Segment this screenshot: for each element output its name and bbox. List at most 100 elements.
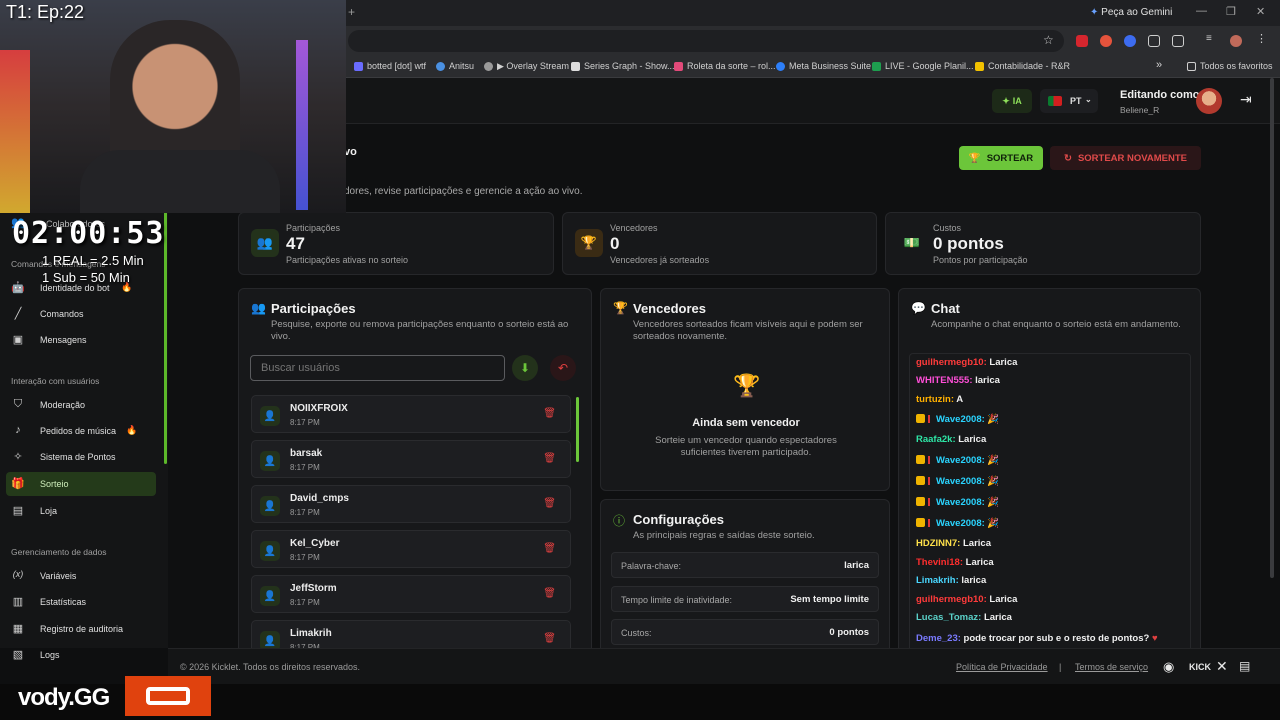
chat-log[interactable]: guilhermegb10: Larica WHITEN555: larica … (909, 353, 1191, 653)
profile-avatar-icon[interactable] (1230, 35, 1242, 47)
gemini-button[interactable]: ✦ Peça ao Gemini (1090, 7, 1172, 18)
emote-icon: ♥ (1151, 633, 1158, 644)
bookmark-item[interactable]: Roleta da sorte – rol... (674, 61, 776, 71)
language-select[interactable]: PT ⌄ (1040, 89, 1098, 113)
sparkle-icon: ✦ (1002, 95, 1010, 106)
extension-icon[interactable] (1148, 35, 1160, 47)
chat-text: larica (975, 375, 1000, 386)
panel-description: Acompanhe o chat enquanto o sorteio está… (931, 319, 1181, 330)
trash-icon[interactable]: 🗑 (543, 633, 556, 644)
sidebar-item-estatisticas[interactable]: ▥ Estatísticas (6, 590, 156, 614)
extension-icon[interactable] (1076, 35, 1088, 47)
chat-text: 🎉 (987, 518, 1000, 529)
browser-menu-icon[interactable]: ⋮ (1256, 32, 1268, 45)
extensions-puzzle-icon[interactable] (1172, 35, 1184, 47)
language-label: PT (1070, 96, 1082, 106)
trash-icon[interactable]: 🗑 (543, 588, 556, 599)
config-value: 0 pontos (829, 627, 869, 638)
chevron-down-icon: ⌄ (1085, 95, 1092, 104)
extension-icon[interactable] (1100, 35, 1112, 47)
sortear-button[interactable]: 🏆 SORTEAR (959, 146, 1043, 170)
all-bookmarks-folder[interactable]: Todos os favoritos (1187, 61, 1273, 71)
chat-user: guilhermegb10: (916, 594, 987, 605)
badge-icon (928, 498, 930, 506)
x-twitter-icon[interactable]: ✕ (1216, 658, 1228, 675)
sidebar-item-pontos[interactable]: ✧ Sistema de Pontos (6, 445, 156, 469)
close-window-icon[interactable]: ✕ (1256, 5, 1265, 18)
config-value: Sem tempo limite (790, 594, 869, 605)
search-users-input[interactable] (250, 355, 505, 381)
document-icon[interactable]: ▤ (1239, 659, 1250, 673)
light-strip-right (296, 40, 308, 210)
sub-badge-icon (916, 518, 925, 527)
bookmark-label: Meta Business Suite (789, 61, 872, 71)
extension-icon[interactable] (1124, 35, 1136, 47)
bookmark-item[interactable]: Series Graph - Show... (571, 61, 675, 71)
stat-value: 0 (610, 234, 620, 253)
kick-icon[interactable]: KICK (1189, 662, 1211, 672)
bookmark-favicon-icon (354, 61, 363, 71)
address-input[interactable] (348, 30, 1064, 52)
tab-search-icon[interactable]: ≡ (1206, 33, 1218, 45)
sidebar-item-label: Comandos (40, 309, 84, 319)
reset-icon[interactable]: ↶ (550, 355, 576, 381)
bookmark-favicon-icon (571, 61, 580, 71)
sidebar-item-sorteio[interactable]: 🎁 Sorteio (6, 472, 156, 496)
bookmark-star-icon[interactable]: ☆ (1043, 33, 1054, 47)
refresh-icon: ↻ (1063, 152, 1072, 164)
trash-icon[interactable]: 🗑 (543, 543, 556, 554)
sidebar-item-pedidos-musica[interactable]: ♪ Pedidos de música 🔥 (6, 419, 156, 443)
bookmark-item[interactable]: Meta Business Suite (776, 61, 871, 71)
sidebar-item-loja[interactable]: ▤ Loja (6, 499, 156, 523)
winners-panel: 🏆 Vencedores Vencedores sorteados ficam … (600, 288, 890, 491)
sortear-novamente-button[interactable]: ↻ SORTEAR NOVAMENTE (1050, 146, 1201, 170)
privacy-link[interactable]: Política de Privacidade (956, 662, 1048, 672)
new-tab-icon[interactable]: + (348, 5, 355, 19)
stats-icon: ▥ (12, 596, 24, 608)
sidebar-item-moderacao[interactable]: ⛉ Moderação (6, 393, 156, 417)
chat-message: Raafa2k: Larica (916, 434, 986, 445)
sidebar-item-comandos[interactable]: ╱ Comandos (6, 302, 156, 326)
vody-logo: vody.GG (18, 684, 110, 711)
list-item: 👤 David_cmps 8:17 PM 🗑 (251, 485, 571, 523)
logout-icon[interactable]: ⇥ (1240, 91, 1252, 108)
bookmark-item[interactable]: LIVE - Google Planil... (872, 61, 974, 71)
chat-user: Wave2008: (936, 518, 985, 529)
stat-card-costs: 💵 Custos 0 pontos Pontos por participaçã… (885, 212, 1201, 275)
sidebar-item-label: Logs (40, 650, 60, 660)
bot-icon: 🤖 (11, 282, 25, 294)
fire-icon: 🔥 (126, 425, 138, 435)
bookmarks-overflow-icon[interactable]: » (1156, 59, 1162, 71)
trash-icon[interactable]: 🗑 (543, 453, 556, 464)
sidebar-item-auditoria[interactable]: ▦ Registro de auditoria (6, 617, 156, 641)
users-icon: 👥 (251, 301, 266, 315)
maximize-icon[interactable]: ❐ (1226, 5, 1236, 18)
sidebar-item-label: Mensagens (40, 335, 87, 345)
terms-link[interactable]: Termos de serviço (1075, 662, 1148, 672)
trash-icon[interactable]: 🗑 (543, 408, 556, 419)
sidebar-item-mensagens[interactable]: ▣ Mensagens (6, 328, 156, 352)
sidebar-item-label: Moderação (40, 400, 86, 410)
list-item: 👤 Kel_Cyber 8:17 PM 🗑 (251, 530, 571, 568)
bookmark-item[interactable]: botted [dot] wtf (354, 61, 426, 71)
logs-icon: ▧ (12, 649, 24, 661)
avatar[interactable] (1196, 88, 1222, 114)
bookmark-item[interactable]: Contabilidade - R&R (975, 61, 1070, 71)
user-icon: 👤 (260, 541, 280, 561)
chat-user: Wave2008: (936, 497, 985, 508)
discord-icon[interactable]: ◉ (1163, 659, 1174, 675)
ai-button[interactable]: ✦ IA (992, 89, 1032, 113)
trash-icon[interactable]: 🗑 (543, 498, 556, 509)
download-icon[interactable]: ⬇ (512, 355, 538, 381)
list-scrollbar[interactable] (576, 397, 579, 462)
user-icon: 👤 (260, 586, 280, 606)
page-scrollbar[interactable] (1270, 78, 1274, 578)
sidebar-item-logs[interactable]: ▧ Logs (6, 643, 156, 661)
bookmark-item[interactable]: ▶ Overlay Stream (484, 61, 569, 72)
stat-label: Vencedores (610, 223, 658, 233)
chat-message: Deme_23: pode trocar por sub e o resto d… (916, 633, 1158, 644)
minimize-icon[interactable]: — (1196, 5, 1207, 17)
sidebar-item-variaveis[interactable]: (x) Variáveis (6, 564, 156, 588)
bookmark-item[interactable]: Anitsu (436, 61, 474, 71)
chat-text: Larica (958, 434, 987, 445)
